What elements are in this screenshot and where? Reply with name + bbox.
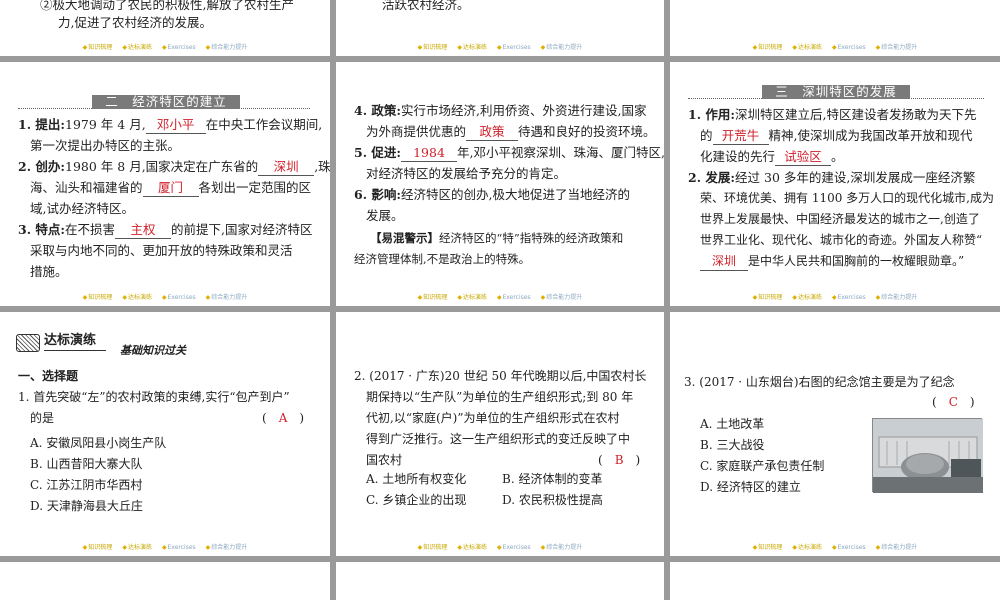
practice-logo-icon bbox=[16, 334, 40, 352]
item-6: 6. 影响:经济特区的创办,极大地促进了当地经济的 bbox=[354, 187, 630, 202]
page-footer: 知识梳理达标演练Exercises综合能力提升 bbox=[0, 44, 330, 52]
item-1-line2: 的开荒牛 精神,使深圳成为我国改革开放和现代 bbox=[700, 128, 973, 145]
option: C. 家庭联产承包责任制 bbox=[700, 459, 825, 473]
option: D. 经济特区的建立 bbox=[700, 480, 801, 494]
text-line: 的是 bbox=[30, 411, 55, 425]
panel-section3: 三 深圳特区的发展 1. 作用:深圳特区建立后,特区建设者发扬敢为天下先 的开荒… bbox=[670, 62, 1000, 306]
panel-section2-continued: 4. 政策:实行市场经济,利用侨资、外资进行建设,国家 为外商提供优惠的 政策 待遇… bbox=[336, 62, 664, 306]
question-2: 2. (2017 · 广东)20 世纪 50 年代晚期以后,中国农村长 bbox=[354, 369, 647, 383]
option: B. 三大战役 bbox=[700, 438, 765, 452]
option: B. 经济体制的变革 bbox=[502, 472, 603, 486]
practice-title: 达标演练 bbox=[44, 333, 97, 348]
section-title: 二 经济特区的建立 bbox=[92, 95, 240, 109]
memorial-hall-photo bbox=[872, 418, 983, 493]
answer-bracket: ( A ) bbox=[262, 411, 305, 425]
item-4-line2: 为外商提供优惠的 政策 待遇和良好的投资环境。 bbox=[366, 124, 656, 141]
warning-note: 【易混警示】经济特区的“特”指特殊的经济政策和 bbox=[370, 231, 624, 245]
page-footer: 知识梳理达标演练Exercises综合能力提升 bbox=[670, 544, 1000, 552]
section-title: 三 深圳特区的发展 bbox=[762, 85, 910, 99]
panel-practice-q2: 2. (2017 · 广东)20 世纪 50 年代晚期以后,中国农村长 期保持以… bbox=[336, 312, 664, 556]
item-2: 2. 创办:1980 年 8 月,国家决定在广东省的 深圳 ,珠 bbox=[18, 159, 330, 176]
divider bbox=[44, 350, 106, 351]
text-line: 第一次提出办特区的主张。 bbox=[30, 138, 181, 153]
page-footer: 知识梳理达标演练Exercises综合能力提升 bbox=[0, 294, 330, 302]
text-line: 对经济特区的发展给予充分的肯定。 bbox=[366, 166, 567, 181]
option: A. 土地改革 bbox=[700, 417, 765, 431]
option: D. 天津静海县大丘庄 bbox=[30, 499, 143, 513]
practice-subtitle: 基础知识过关 bbox=[120, 344, 186, 357]
text-line: 荣、环境优美、拥有 1100 多万人口的现代化城市,成为 bbox=[700, 191, 994, 205]
option: C. 江苏江阴市华西村 bbox=[30, 478, 143, 492]
memorial-hall-image-icon bbox=[873, 419, 983, 493]
panel-practice-q3: 3. (2017 · 山东烟台)右图的纪念馆主要是为了纪念 ( C ) A. 土… bbox=[670, 312, 1000, 556]
panel-bottom-left bbox=[0, 562, 330, 600]
item-3: 3. 特点:在不损害 主权 的前提下,国家对经济特区 bbox=[18, 222, 313, 239]
text-line: 活跃农村经济。 bbox=[382, 0, 470, 12]
question-1: 1. 首先突破“左”的农村政策的束缚,实行“包产到户” bbox=[18, 390, 290, 404]
option: D. 农民积极性提高 bbox=[502, 493, 603, 507]
text-line: 得到广泛推行。这一生产组织形式的变迁反映了中 bbox=[366, 432, 631, 446]
text-line: 力,促进了农村经济的发展。 bbox=[58, 15, 212, 30]
item-2-line2: 海、汕头和福建省的 厦门 各划出一定范围的区 bbox=[30, 180, 312, 197]
text-line: 域,试办经济特区。 bbox=[30, 201, 134, 216]
panel-practice-q1: 达标演练 基础知识过关 一、选择题 1. 首先突破“左”的农村政策的束缚,实行“… bbox=[0, 312, 330, 556]
section-heading: 一、选择题 bbox=[18, 369, 79, 383]
text-line: 国农村 bbox=[366, 453, 403, 467]
text-line: 世界上发展最快、中国经济最发达的城市之一,创造了 bbox=[700, 212, 980, 226]
item-2: 2. 发展:经过 30 多年的建设,深圳发展成一座经济繁 bbox=[688, 170, 976, 185]
page-footer: 知识梳理达标演练Exercises综合能力提升 bbox=[336, 294, 664, 302]
panel-top-left: ②极大地调动了农民的积极性,解放了农村生产 力,促进了农村经济的发展。 知识梳理… bbox=[0, 0, 330, 56]
text-line: 世界工业化、现代化、城市化的奇迹。外国友人称赞“ bbox=[700, 233, 983, 247]
item-1-line3: 化建设的先行 试验区。 bbox=[700, 149, 844, 166]
option: B. 山西昔阳大寨大队 bbox=[30, 457, 143, 471]
page-footer: 知识梳理达标演练Exercises综合能力提升 bbox=[336, 544, 664, 552]
answer-bracket: ( C ) bbox=[932, 395, 975, 409]
page-footer: 知识梳理达标演练Exercises综合能力提升 bbox=[336, 44, 664, 52]
question-3: 3. (2017 · 山东烟台)右图的纪念馆主要是为了纪念 bbox=[684, 375, 955, 389]
item-4: 4. 政策:实行市场经济,利用侨资、外资进行建设,国家 bbox=[354, 103, 647, 118]
panel-top-middle: 活跃农村经济。 知识梳理达标演练Exercises综合能力提升 bbox=[336, 0, 664, 56]
item-1: 1. 提出:1979 年 4 月, 邓小平 在中央工作会议期间, bbox=[18, 117, 323, 134]
text-line: 采取与内地不同的、更加开放的特殊政策和灵活 bbox=[30, 243, 293, 258]
text-line: 措施。 bbox=[30, 264, 68, 279]
text-line: 代初,以“家庭(户)”为单位的生产组织形式在农村 bbox=[366, 411, 620, 425]
option: C. 乡镇企业的出现 bbox=[366, 493, 467, 507]
text-line: 经济管理体制,不是政治上的特殊。 bbox=[354, 252, 531, 266]
panel-bottom-middle bbox=[336, 562, 664, 600]
option: A. 土地所有权变化 bbox=[366, 472, 467, 486]
item-5: 5. 促进: 1984 年,邓小平视察深圳、珠海、厦门特区, bbox=[354, 145, 664, 162]
option: A. 安徽凤阳县小岗生产队 bbox=[30, 436, 167, 450]
text-line: 发展。 bbox=[366, 208, 404, 223]
page-footer: 知识梳理达标演练Exercises综合能力提升 bbox=[670, 44, 1000, 52]
panel-section2: 二 经济特区的建立 1. 提出:1979 年 4 月, 邓小平 在中央工作会议期间,… bbox=[0, 62, 330, 306]
panel-top-right: 知识梳理达标演练Exercises综合能力提升 bbox=[670, 0, 1000, 56]
text-line: 期保持以“生产队”为单位的生产组织形式;到 80 年 bbox=[366, 390, 634, 404]
answer-bracket: ( B ) bbox=[598, 453, 641, 467]
page-footer: 知识梳理达标演练Exercises综合能力提升 bbox=[670, 294, 1000, 302]
item-2-line5: 深圳 是中华人民共和国胸前的一枚耀眼勋章。” bbox=[700, 251, 964, 272]
page-footer: 知识梳理达标演练Exercises综合能力提升 bbox=[0, 544, 330, 552]
item-1: 1. 作用:深圳特区建立后,特区建设者发扬敢为天下先 bbox=[688, 107, 977, 122]
panel-bottom-right bbox=[670, 562, 1000, 600]
